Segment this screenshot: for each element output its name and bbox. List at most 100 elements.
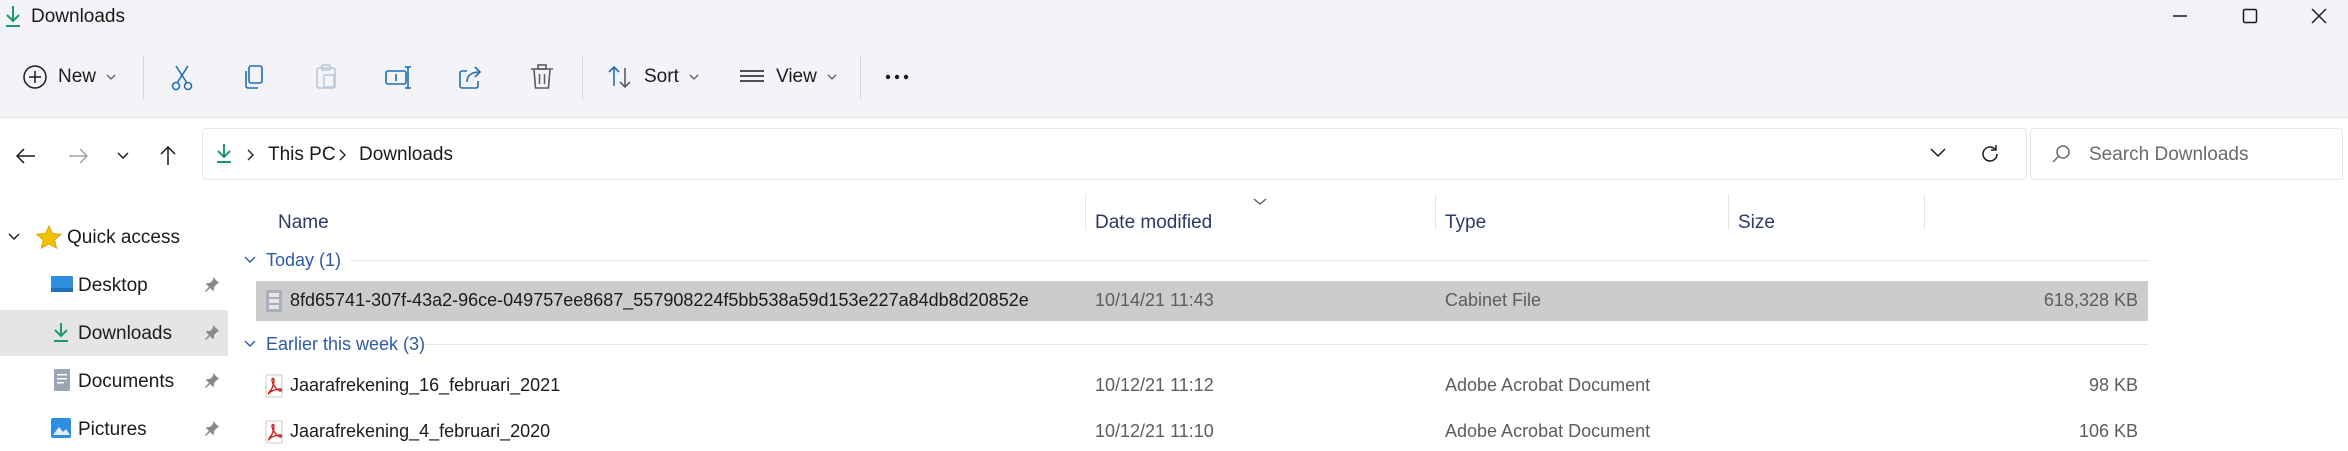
file-name: Jaarafrekening_4_februari_2020 bbox=[290, 421, 551, 441]
toolbar-divider bbox=[143, 56, 144, 100]
column-header-type[interactable]: Type bbox=[1445, 204, 1486, 242]
search-icon bbox=[2052, 145, 2070, 163]
cabinet-file-icon bbox=[266, 290, 282, 312]
trash-icon bbox=[531, 64, 553, 89]
group-label: Earlier this week (3) bbox=[266, 333, 426, 354]
new-button[interactable]: New bbox=[22, 58, 116, 96]
sidebar-label-documents: Documents bbox=[78, 371, 175, 392]
recent-locations-button[interactable] bbox=[105, 140, 141, 172]
group-header-today[interactable]: Today (1) bbox=[244, 246, 341, 274]
arrow-right-icon bbox=[69, 148, 89, 164]
search-placeholder: Search Downloads bbox=[2089, 144, 2249, 165]
delete-button[interactable] bbox=[528, 58, 556, 96]
documents-icon bbox=[54, 369, 70, 391]
paste-button[interactable] bbox=[312, 58, 340, 96]
cut-button[interactable] bbox=[168, 58, 196, 96]
chevron-down-icon[interactable] bbox=[8, 233, 20, 241]
title-bar: Downloads bbox=[0, 0, 2348, 36]
chevron-down-icon bbox=[244, 256, 256, 263]
sidebar-label-quick-access: Quick access bbox=[67, 227, 180, 248]
rename-button[interactable] bbox=[384, 58, 412, 96]
sidebar-item-downloads[interactable]: Downloads bbox=[0, 310, 228, 356]
view-button[interactable]: View bbox=[738, 58, 837, 96]
command-bar: New Sort View bbox=[0, 36, 2348, 118]
column-header-name[interactable]: Name bbox=[278, 204, 329, 242]
share-button[interactable] bbox=[456, 58, 484, 96]
navigation-row: This PC Downloads Search Downloads bbox=[0, 118, 2348, 194]
up-button[interactable] bbox=[150, 140, 186, 172]
sidebar-label-desktop: Desktop bbox=[78, 275, 148, 296]
downloads-icon bbox=[217, 144, 231, 163]
downloads-icon bbox=[54, 323, 68, 342]
file-date: 10/12/21 11:12 bbox=[1095, 375, 1214, 395]
file-date: 10/12/21 11:10 bbox=[1095, 421, 1214, 441]
file-list: Name Date modified Type Size Today (1) 8… bbox=[230, 194, 2348, 451]
toolbar-divider bbox=[582, 56, 583, 100]
column-header-size[interactable]: Size bbox=[1738, 204, 1775, 242]
view-list-icon bbox=[740, 70, 764, 82]
rename-icon bbox=[385, 66, 411, 89]
group-divider bbox=[350, 260, 2148, 261]
group-divider bbox=[424, 344, 2148, 345]
column-divider[interactable] bbox=[1728, 194, 1729, 230]
group-header-earlier-this-week[interactable]: Earlier this week (3) bbox=[244, 330, 425, 358]
plus-circle-icon bbox=[23, 65, 47, 89]
toolbar-divider bbox=[860, 56, 861, 100]
navigation-pane: Quick access Desktop Downloads Documents bbox=[0, 194, 228, 451]
file-name: Jaarafrekening_16_februari_2021 bbox=[290, 375, 561, 395]
close-icon bbox=[2311, 8, 2327, 24]
chevron-down-icon bbox=[117, 152, 129, 159]
view-label: View bbox=[776, 66, 817, 87]
sidebar-item-desktop[interactable]: Desktop bbox=[0, 262, 228, 308]
chevron-right-icon[interactable] bbox=[339, 149, 347, 161]
search-input[interactable]: Search Downloads bbox=[2030, 128, 2343, 180]
address-bar[interactable]: This PC Downloads bbox=[202, 128, 2027, 180]
file-size: 106 KB bbox=[2078, 421, 2138, 441]
sort-button[interactable]: Sort bbox=[606, 58, 699, 96]
table-row[interactable]: Jaarafrekening_16_februari_2021 10/12/21… bbox=[256, 366, 2148, 406]
sidebar-label-downloads: Downloads bbox=[78, 323, 172, 344]
refresh-icon[interactable] bbox=[1979, 143, 2001, 165]
column-header-date-modified[interactable]: Date modified bbox=[1095, 204, 1212, 242]
forward-button[interactable] bbox=[60, 140, 96, 172]
sort-icon bbox=[608, 65, 631, 89]
sidebar-item-pictures[interactable]: Pictures bbox=[0, 406, 228, 451]
chevron-right-icon[interactable] bbox=[247, 149, 255, 161]
minimize-icon bbox=[2173, 15, 2187, 17]
minimize-button[interactable] bbox=[2150, 0, 2210, 32]
copy-button[interactable] bbox=[240, 58, 268, 96]
back-button[interactable] bbox=[8, 140, 44, 172]
pictures-icon bbox=[51, 418, 71, 438]
chevron-down-icon bbox=[106, 74, 116, 80]
desktop-icon bbox=[51, 276, 73, 292]
sidebar-item-documents[interactable]: Documents bbox=[0, 358, 228, 404]
column-label-date: Date modified bbox=[1095, 212, 1213, 233]
column-label-type: Type bbox=[1445, 212, 1487, 233]
table-row[interactable]: Jaarafrekening_4_februari_2020 10/12/21 … bbox=[256, 412, 2148, 451]
file-date: 10/14/21 11:43 bbox=[1095, 290, 1214, 310]
copy-icon bbox=[245, 65, 263, 89]
sort-indicator-icon bbox=[1253, 198, 1267, 205]
file-type: Adobe Acrobat Document bbox=[1445, 421, 1651, 441]
more-icon bbox=[885, 74, 909, 80]
chevron-down-icon bbox=[244, 340, 256, 347]
breadcrumb-this-pc[interactable]: This PC bbox=[268, 144, 336, 166]
column-divider[interactable] bbox=[1085, 194, 1086, 230]
group-label: Today (1) bbox=[266, 249, 342, 270]
close-button[interactable] bbox=[2289, 0, 2348, 32]
breadcrumb-downloads[interactable]: Downloads bbox=[359, 144, 453, 166]
file-size: 618,328 KB bbox=[2043, 290, 2138, 310]
maximize-button[interactable] bbox=[2220, 0, 2280, 32]
pin-icon bbox=[205, 325, 219, 340]
downloads-icon bbox=[6, 6, 20, 27]
pin-icon bbox=[205, 277, 219, 292]
more-options-button[interactable] bbox=[884, 58, 912, 96]
paste-icon bbox=[316, 64, 336, 89]
column-divider[interactable] bbox=[1924, 194, 1925, 230]
sort-label: Sort bbox=[644, 66, 679, 87]
pdf-icon bbox=[265, 374, 283, 398]
sidebar-item-quick-access[interactable]: Quick access bbox=[0, 214, 228, 260]
address-history-chevron-icon[interactable] bbox=[1930, 148, 1946, 158]
column-divider[interactable] bbox=[1435, 194, 1436, 230]
table-row[interactable]: 8fd65741-307f-43a2-96ce-049757ee8687_557… bbox=[256, 281, 2148, 321]
